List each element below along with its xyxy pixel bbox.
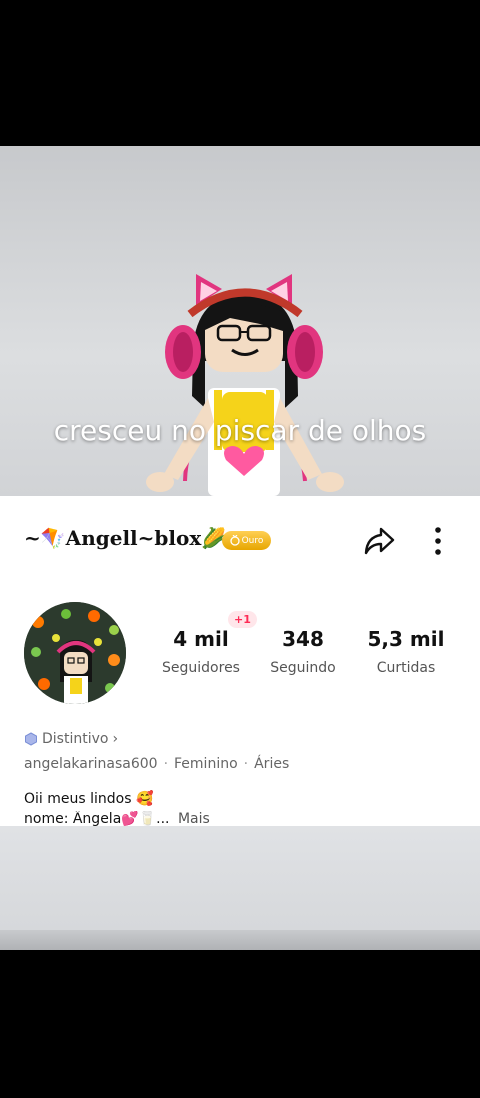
- bio-more-link[interactable]: Mais: [178, 811, 210, 826]
- followers-label: Seguidores: [162, 660, 240, 676]
- stat-followers[interactable]: 4 mil Seguidores: [151, 626, 251, 676]
- handle: angelakarinasa600: [24, 756, 158, 772]
- gold-medal-icon: [229, 535, 240, 546]
- separator: ·: [163, 756, 169, 772]
- gold-badge-label: Ouro: [241, 535, 264, 546]
- top-letterbox: [0, 0, 480, 146]
- following-label: Seguindo: [270, 660, 336, 676]
- gender: Feminino: [174, 756, 238, 772]
- profile-name-text: Angell~blox: [65, 526, 202, 550]
- video-edge: [0, 930, 480, 950]
- stat-likes[interactable]: 5,3 mil Curtidas: [356, 626, 456, 676]
- following-count: 348: [282, 627, 324, 651]
- distintivo-link[interactable]: Distintivo ›: [24, 731, 118, 747]
- avatar-image: [24, 602, 126, 704]
- zodiac-sign: Áries: [254, 756, 290, 772]
- bio-line-1: Oii meus lindos 🥰: [24, 791, 154, 807]
- name-prefix: ~: [24, 526, 41, 550]
- more-vertical-icon[interactable]: [428, 524, 448, 558]
- separator: ·: [243, 756, 249, 772]
- gold-level-badge[interactable]: Ouro: [222, 531, 271, 550]
- kite-emoji: 🪁: [40, 526, 66, 550]
- video-caption: cresceu no piscar de olhos: [53, 414, 427, 447]
- bio-line-2-text: nome: Ângela💕🥛...: [24, 811, 170, 826]
- likes-count: 5,3 mil: [367, 627, 445, 651]
- share-icon[interactable]: [363, 526, 395, 556]
- avatar[interactable]: [24, 602, 126, 704]
- followers-count: 4 mil: [173, 627, 229, 651]
- profile-info-line: angelakarinasa600 · Feminino · Áries: [24, 756, 289, 772]
- bottom-letterbox: [0, 950, 480, 1098]
- bio-line-2: nome: Ângela💕🥛... Mais: [24, 811, 210, 826]
- profile-name: ~🪁Angell~blox🌽: [24, 526, 226, 550]
- distintivo-label: Distintivo: [42, 731, 109, 747]
- hexagon-badge-icon: [25, 732, 37, 746]
- likes-label: Curtidas: [376, 660, 436, 676]
- stat-following[interactable]: 348 Seguindo: [253, 626, 353, 676]
- chevron-right-icon: ›: [112, 731, 119, 747]
